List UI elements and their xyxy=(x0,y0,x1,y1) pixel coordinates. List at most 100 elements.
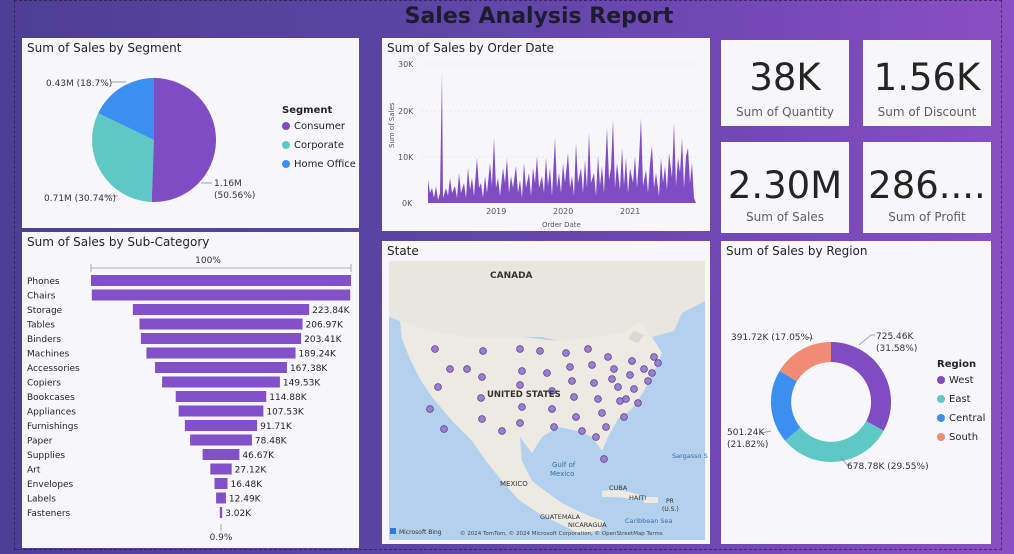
state-marker[interactable] xyxy=(622,395,630,403)
kpi-label: Sum of Sales xyxy=(745,210,825,224)
state-marker[interactable] xyxy=(648,369,656,377)
state-marker[interactable] xyxy=(548,405,556,413)
funnel-bar-fasteners[interactable] xyxy=(219,507,223,518)
state-map-svg[interactable]: CANADA UNITED STATES MEXICO Gulf of Mexi… xyxy=(382,241,710,544)
state-marker[interactable] xyxy=(644,377,652,385)
kpi-card-sales[interactable]: 2.30M Sum of Sales xyxy=(721,142,849,233)
legend-item-home-office[interactable]: Home Office xyxy=(282,159,356,170)
donut-slice-south[interactable] xyxy=(779,341,831,382)
legend-label: Home Office xyxy=(294,159,356,170)
funnel-value-label: 27.12K xyxy=(235,466,268,476)
funnel-bar-binders[interactable] xyxy=(140,333,302,344)
state-marker[interactable] xyxy=(584,345,592,353)
state-marker[interactable] xyxy=(620,413,628,421)
state-marker[interactable] xyxy=(550,423,558,431)
state-marker[interactable] xyxy=(640,365,648,373)
legend-item-consumer[interactable]: Consumer xyxy=(282,121,345,132)
state-marker[interactable] xyxy=(570,393,578,401)
canada-label: CANADA xyxy=(490,271,533,281)
state-marker[interactable] xyxy=(594,395,602,403)
state-marker[interactable] xyxy=(543,369,551,377)
state-marker[interactable] xyxy=(431,345,439,353)
home-office-legend-dot xyxy=(282,160,290,168)
state-marker[interactable] xyxy=(592,433,600,441)
kpi-value: 2.30M xyxy=(727,164,843,207)
state-marker[interactable] xyxy=(518,367,526,375)
kpi-card-discount[interactable]: 1.56K Sum of Discount xyxy=(863,40,991,126)
x-tick-2019: 2019 xyxy=(486,207,506,216)
state-marker[interactable] xyxy=(628,357,636,365)
state-marker[interactable] xyxy=(650,353,658,361)
funnel-bar-appliances[interactable] xyxy=(178,405,264,417)
state-marker[interactable] xyxy=(426,405,434,413)
funnel-bar-furnishings[interactable] xyxy=(184,420,258,431)
state-marker[interactable] xyxy=(572,413,580,421)
report-title: Sales Analysis Report xyxy=(404,4,674,29)
kpi-card-profit[interactable]: 286.... Sum of Profit xyxy=(863,142,991,233)
funnel-bar-phones[interactable] xyxy=(91,275,351,286)
funnel-bar-tables[interactable] xyxy=(139,318,303,330)
legend-item-west[interactable]: West xyxy=(937,375,974,386)
funnel-bar-chairs[interactable] xyxy=(91,289,351,301)
state-marker[interactable] xyxy=(536,347,544,355)
legend-item-east[interactable]: East xyxy=(937,394,971,405)
state-marker[interactable] xyxy=(578,427,586,435)
state-marker[interactable] xyxy=(478,415,486,423)
funnel-bar-accessories[interactable] xyxy=(155,362,287,373)
state-marker[interactable] xyxy=(477,394,485,402)
funnel-bar-labels[interactable] xyxy=(216,492,226,504)
state-marker[interactable] xyxy=(516,419,524,427)
funnel-category-label: Accessories xyxy=(27,364,80,374)
funnel-bar-storage[interactable] xyxy=(132,304,310,315)
state-marker[interactable] xyxy=(562,349,570,357)
sales-line-series[interactable] xyxy=(428,73,696,203)
state-marker[interactable] xyxy=(630,385,638,393)
state-marker[interactable] xyxy=(634,399,642,407)
consumer-legend-dot xyxy=(282,122,290,130)
funnel-bar-paper[interactable] xyxy=(190,434,252,446)
funnel-bar-art[interactable] xyxy=(210,463,232,475)
order-date-chart-panel[interactable]: Sum of Sales by Order Date Sum of Sales … xyxy=(382,38,710,231)
funnel-category-label: Paper xyxy=(27,437,53,447)
state-marker[interactable] xyxy=(608,375,616,383)
state-marker[interactable] xyxy=(440,425,448,433)
state-marker[interactable] xyxy=(478,373,486,381)
state-marker[interactable] xyxy=(598,409,606,417)
legend-item-central[interactable]: Central xyxy=(937,413,985,424)
funnel-bar-machines[interactable] xyxy=(146,347,296,359)
state-marker[interactable] xyxy=(600,455,608,463)
state-marker[interactable] xyxy=(463,365,471,373)
legend-item-corporate[interactable]: Corporate xyxy=(282,140,344,151)
state-marker[interactable] xyxy=(434,383,442,391)
segment-chart-panel[interactable]: Sum of Sales by Segment 0.43M (18.7%) 1.… xyxy=(22,38,359,228)
state-marker[interactable] xyxy=(479,347,487,355)
state-marker[interactable] xyxy=(516,345,524,353)
region-chart-panel[interactable]: Sum of Sales by Region 391.72K (17.05%) … xyxy=(721,241,991,544)
state-marker[interactable] xyxy=(604,353,612,361)
kpi-label: Sum of Discount xyxy=(877,105,977,119)
state-map-panel[interactable]: State CANADA UNITED STATES MEXICO Gulf o… xyxy=(382,241,710,544)
legend-label: Consumer xyxy=(294,121,345,132)
kpi-card-quantity[interactable]: 38K Sum of Quantity xyxy=(721,40,849,126)
donut-slice-west[interactable] xyxy=(831,342,892,431)
state-marker[interactable] xyxy=(602,423,610,431)
state-marker[interactable] xyxy=(518,403,526,411)
funnel-bar-supplies[interactable] xyxy=(202,449,240,460)
subcategory-chart-panel[interactable]: Sum of Sales by Sub-Category 100% 0.9% P… xyxy=(22,232,359,548)
state-marker[interactable] xyxy=(610,365,618,373)
donut-slice-central[interactable] xyxy=(770,370,801,441)
state-marker[interactable] xyxy=(626,371,634,379)
state-marker[interactable] xyxy=(588,361,596,369)
legend-item-south[interactable]: South xyxy=(937,432,978,443)
state-marker[interactable] xyxy=(498,427,506,435)
state-marker[interactable] xyxy=(516,381,524,389)
state-marker[interactable] xyxy=(654,359,662,367)
state-marker[interactable] xyxy=(568,377,576,385)
funnel-bar-bookcases[interactable] xyxy=(175,391,267,402)
state-marker[interactable] xyxy=(590,379,598,387)
funnel-bar-copiers[interactable] xyxy=(162,376,280,388)
funnel-bar-envelopes[interactable] xyxy=(214,478,228,489)
state-marker[interactable] xyxy=(446,365,454,373)
state-marker[interactable] xyxy=(614,383,622,391)
state-marker[interactable] xyxy=(566,363,574,371)
